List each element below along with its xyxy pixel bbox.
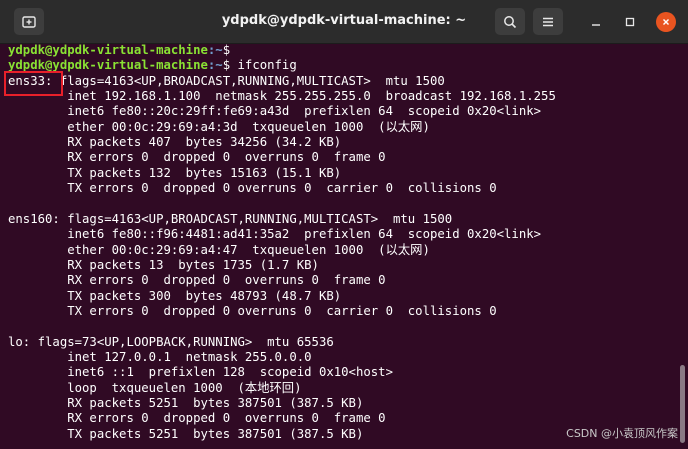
search-icon bbox=[504, 15, 517, 28]
minimize-button[interactable] bbox=[586, 12, 606, 32]
csdn-watermark: CSDN @小袁顶风作案 bbox=[566, 427, 678, 440]
terminal-output-line: TX packets 300 bytes 48793 (48.7 KB) bbox=[8, 288, 342, 303]
terminal-output-line: loop txqueuelen 1000 (本地环回) bbox=[8, 380, 302, 395]
minimize-icon bbox=[592, 24, 600, 26]
title-bar: ydpdk@ydpdk-virtual-machine: ~ bbox=[0, 0, 688, 44]
terminal-output-line: ether 00:0c:29:69:a4:47 txqueuelen 1000 … bbox=[8, 242, 430, 257]
terminal-output-line: inet 127.0.0.1 netmask 255.0.0.0 bbox=[8, 350, 312, 364]
terminal-output-line: TX errors 0 dropped 0 overruns 0 carrier… bbox=[8, 181, 497, 196]
hamburger-menu-icon bbox=[543, 17, 553, 26]
close-icon bbox=[663, 19, 669, 25]
terminal-output-line: RX packets 5251 bytes 387501 (387.5 KB) bbox=[8, 396, 364, 411]
maximize-icon bbox=[625, 17, 635, 27]
terminal-output-line: RX errors 0 dropped 0 overruns 0 frame 0 bbox=[8, 150, 386, 165]
terminal-output-line: inet6 fe80::20c:29ff:fe69:a43d prefixlen… bbox=[8, 104, 542, 119]
prompt-path: :~ bbox=[207, 58, 223, 73]
terminal-scrollbar[interactable] bbox=[680, 365, 685, 443]
terminal-output-line: RX errors 0 dropped 0 overruns 0 frame 0 bbox=[8, 411, 386, 426]
terminal-output-line: inet 192.168.1.100 netmask 255.255.255.0… bbox=[8, 89, 556, 104]
terminal-output-line: TX packets 5251 bytes 387501 (387.5 KB) bbox=[8, 426, 364, 441]
terminal-output-area[interactable]: ydpdk@ydpdk-virtual-machine:~$ ydpdk@ydp… bbox=[0, 43, 688, 449]
terminal-output-line: RX packets 13 bytes 1735 (1.7 KB) bbox=[8, 257, 319, 272]
terminal-output-line: lo: flags=73<UP,LOOPBACK,RUNNING> mtu 65… bbox=[8, 334, 334, 349]
terminal-output-line: TX errors 0 dropped 0 overruns 0 carrier… bbox=[8, 303, 497, 318]
prompt-symbol: $ bbox=[222, 58, 231, 73]
maximize-button[interactable] bbox=[620, 12, 640, 32]
terminal-output-line: ens160: flags=4163<UP,BROADCAST,RUNNING,… bbox=[8, 211, 453, 226]
terminal-output-line: inet6 fe80::f96:4481:ad41:35a2 prefixlen… bbox=[8, 227, 542, 242]
prompt-symbol: $ bbox=[222, 43, 231, 57]
close-button[interactable] bbox=[656, 12, 676, 32]
prompt-path: :~ bbox=[207, 43, 223, 57]
window-title: ydpdk@ydpdk-virtual-machine: ~ bbox=[221, 13, 467, 28]
terminal-output-line: RX errors 0 dropped 0 overruns 0 frame 0 bbox=[8, 273, 386, 288]
terminal-output-line: inet6 ::1 prefixlen 128 scopeid 0x10<hos… bbox=[8, 365, 393, 380]
terminal-output-line: TX packets 132 bytes 15163 (15.1 KB) bbox=[8, 165, 342, 180]
ens33-highlight-box bbox=[4, 71, 63, 96]
terminal-output-line: ether 00:0c:29:69:a4:3d txqueuelen 1000 … bbox=[8, 119, 430, 134]
menu-button[interactable] bbox=[533, 8, 563, 35]
terminal-output-line: ens33: flags=4163<UP,BROADCAST,RUNNING,M… bbox=[8, 73, 445, 88]
prompt-user: ydpdk@ydpdk-virtual-machine bbox=[8, 43, 208, 57]
prompt-line: ydpdk@ydpdk-virtual-machine:~$ bbox=[8, 43, 230, 58]
search-button[interactable] bbox=[495, 8, 525, 35]
terminal-output-line: RX packets 407 bytes 34256 (34.2 KB) bbox=[8, 135, 342, 150]
command-text: ifconfig bbox=[230, 58, 297, 73]
